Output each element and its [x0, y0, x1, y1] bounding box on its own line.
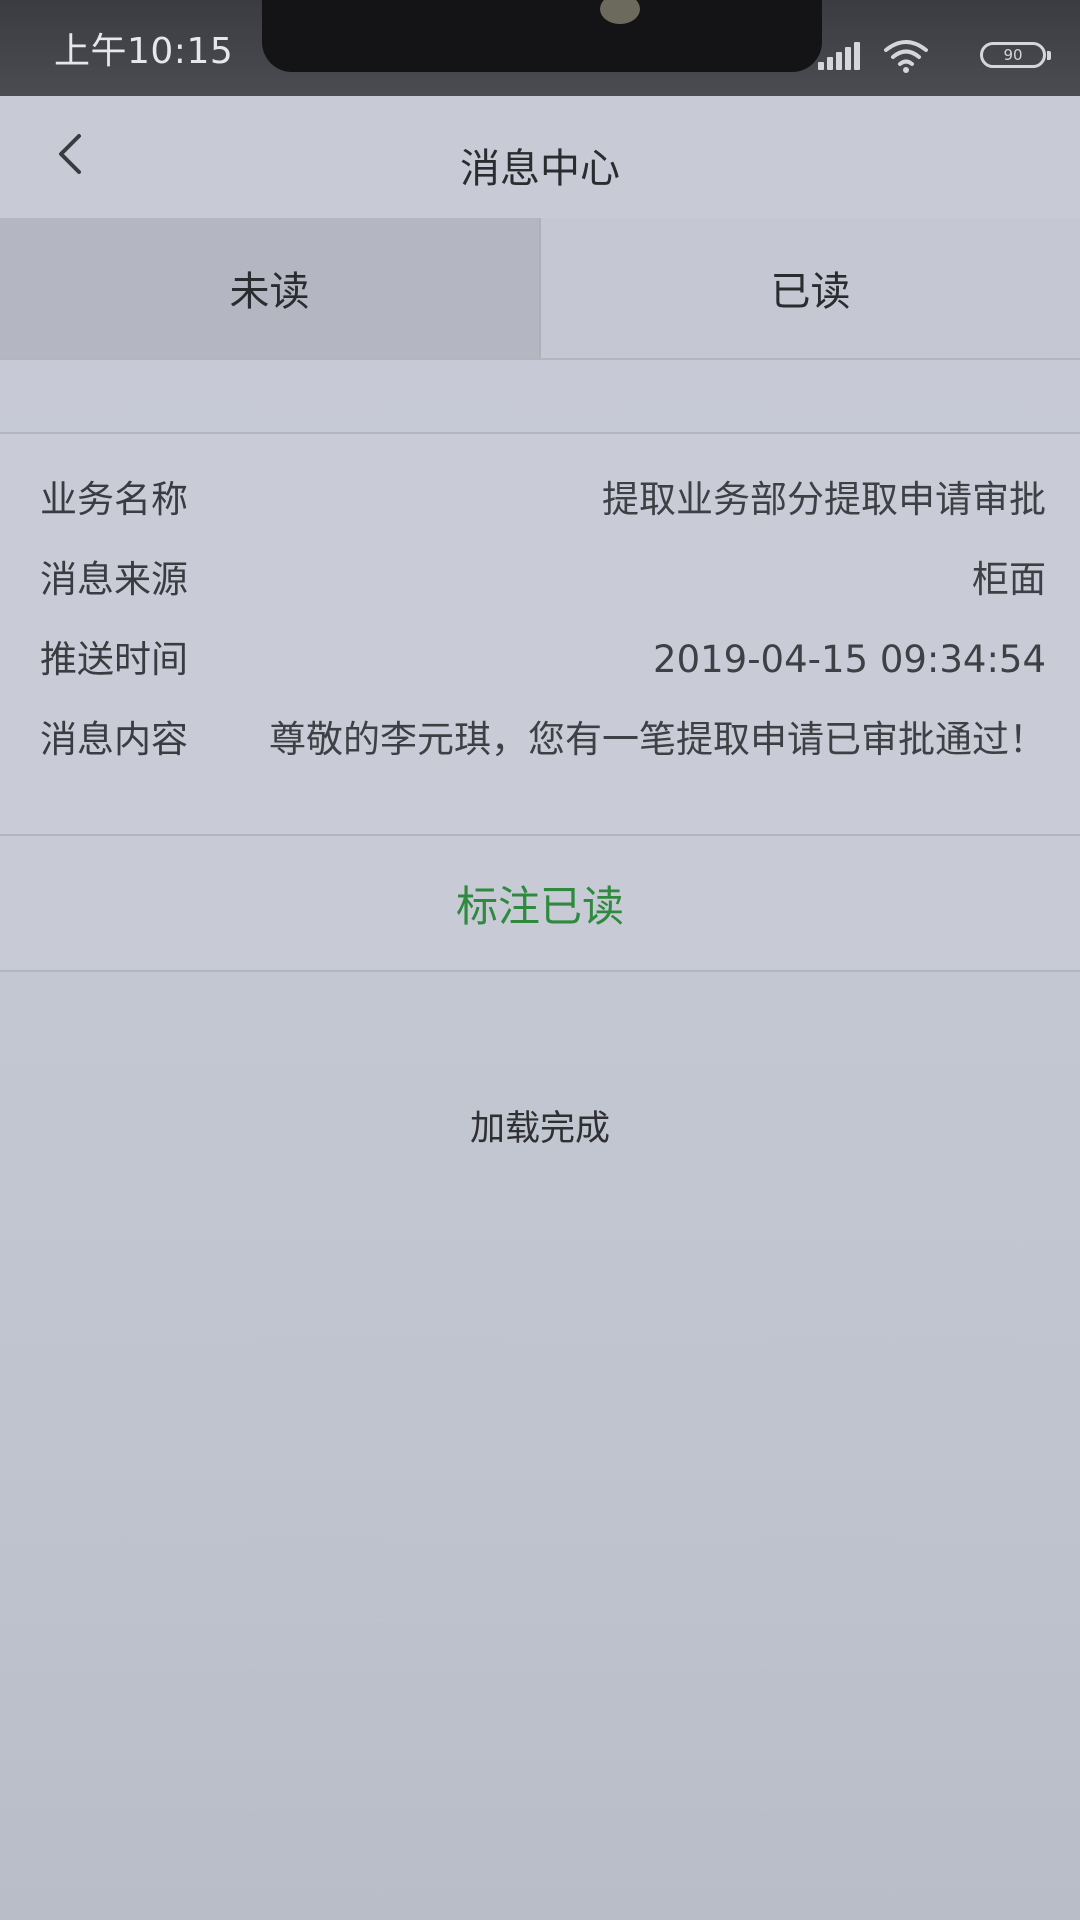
field-row-content: 消息内容 尊敬的李元琪，您有一笔提取申请已审批通过！	[40, 714, 1046, 782]
load-complete-text: 加载完成	[469, 1109, 610, 1149]
tab-read[interactable]: 已读	[541, 218, 1080, 358]
field-label: 推送时间	[40, 638, 188, 681]
front-camera-icon	[600, 0, 640, 24]
field-value: 提取业务部分提取申请审批	[602, 478, 1046, 521]
field-row-source: 消息来源 柜面	[40, 554, 1046, 606]
nav-bar: 消息中心	[0, 96, 1080, 218]
tab-unread[interactable]: 未读	[0, 218, 541, 358]
field-label: 业务名称	[40, 478, 188, 521]
field-label: 消息来源	[40, 558, 188, 601]
message-fields: 业务名称 提取业务部分提取申请审批 消息来源 柜面 推送时间 2019-04-1…	[0, 434, 1080, 834]
field-label: 消息内容	[40, 718, 188, 761]
battery-icon: 90	[980, 42, 1051, 68]
divider	[0, 970, 1080, 972]
field-value: 2019-04-15 09:34:54	[653, 638, 1046, 681]
signal-icon	[818, 42, 862, 70]
page-title: 消息中心	[460, 146, 620, 192]
status-time: 上午10:15	[54, 31, 234, 72]
status-bar: 上午10:15 90	[0, 0, 1080, 96]
tab-bar: 未读 已读	[0, 218, 1080, 360]
field-value: 尊敬的李元琪，您有一笔提取申请已审批通过！	[269, 718, 1046, 761]
field-row-business-name: 业务名称 提取业务部分提取申请审批	[40, 474, 1046, 526]
mark-as-read-button[interactable]: 标注已读	[0, 836, 1080, 970]
camera-notch	[262, 0, 822, 72]
field-row-push-time: 推送时间 2019-04-15 09:34:54	[40, 634, 1046, 686]
screen: 上午10:15 90 消息中心 未读 已读 业务名称 提取业务部分提取申请审批 …	[0, 0, 1080, 1920]
status-icons: 90	[786, 36, 1051, 76]
wifi-icon	[884, 40, 928, 73]
field-value: 柜面	[972, 558, 1046, 601]
message-card: 业务名称 提取业务部分提取申请审批 消息来源 柜面 推送时间 2019-04-1…	[0, 432, 1080, 972]
